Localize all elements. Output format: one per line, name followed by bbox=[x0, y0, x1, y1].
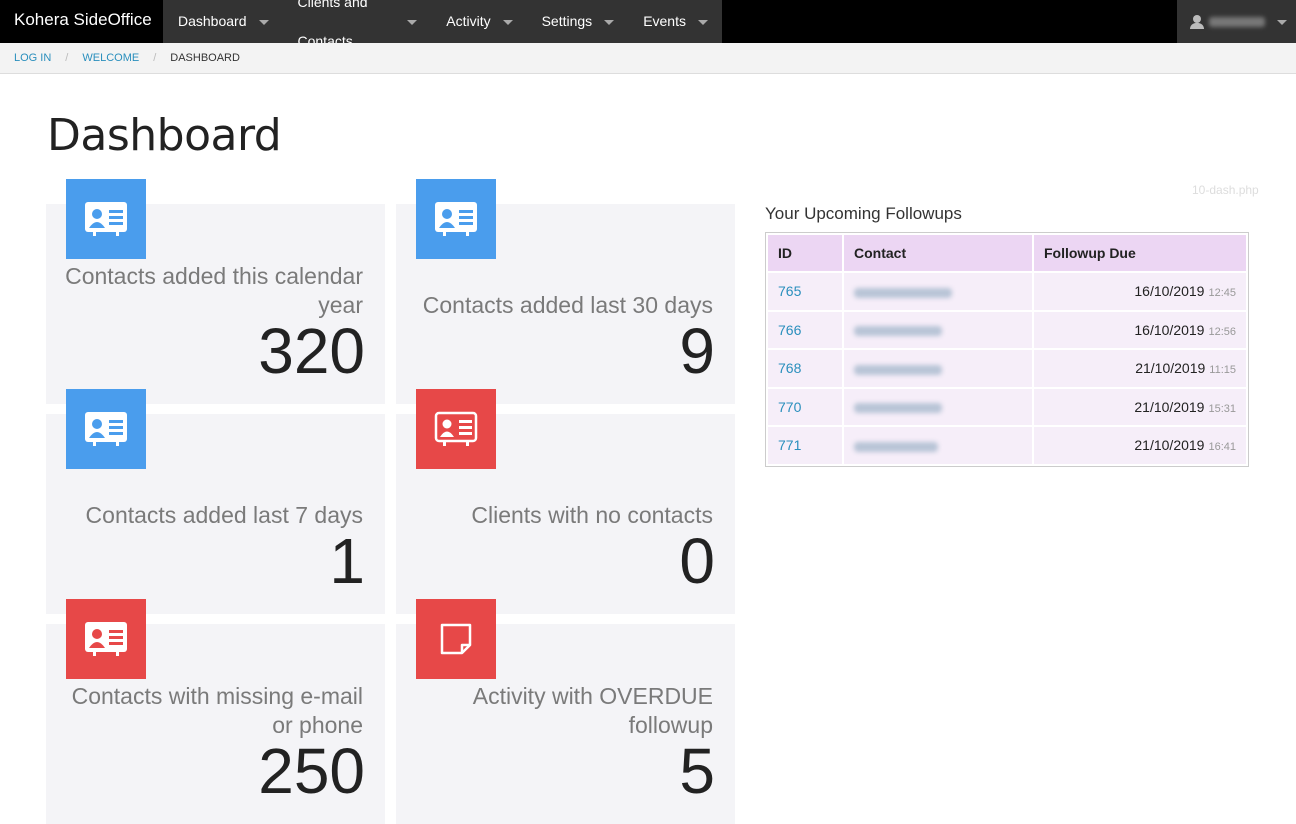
breadcrumb: LOG IN / WELCOME / DASHBOARD bbox=[0, 43, 1296, 74]
stat-card-contacts-year[interactable]: Contacts added this calendar year 320 bbox=[46, 179, 385, 404]
column-header-followup-due[interactable]: Followup Due bbox=[1034, 235, 1246, 271]
contact-card-icon bbox=[85, 622, 127, 656]
followup-id-link[interactable]: 766 bbox=[778, 322, 801, 338]
stat-value: 250 bbox=[258, 735, 365, 807]
followup-id-link[interactable]: 770 bbox=[778, 399, 801, 415]
stat-label: Contacts added this calendar year bbox=[65, 263, 363, 318]
badge bbox=[66, 179, 146, 259]
contact-card-icon bbox=[435, 202, 477, 236]
badge bbox=[416, 179, 496, 259]
contact-card-icon bbox=[434, 411, 478, 446]
stat-card-overdue-activity[interactable]: Activity with OVERDUE followup 5 bbox=[396, 599, 735, 824]
column-header-contact[interactable]: Contact bbox=[844, 235, 1032, 271]
badge bbox=[416, 599, 496, 679]
menu-clients-and-contacts[interactable]: Clients and Contacts bbox=[283, 0, 432, 49]
stat-card-clients-no-contacts[interactable]: Clients with no contacts 0 bbox=[396, 389, 735, 614]
stat-card-contacts-30-days[interactable]: Contacts added last 30 days 9 bbox=[396, 179, 735, 404]
caret-down-icon bbox=[1277, 19, 1287, 25]
followup-id-link[interactable]: 768 bbox=[778, 360, 801, 376]
top-navbar: Kohera SideOffice Dashboard Clients and … bbox=[0, 0, 1296, 49]
contact-name-redacted[interactable] bbox=[854, 287, 952, 298]
stat-card-contacts-7-days[interactable]: Contacts added last 7 days 1 bbox=[46, 389, 385, 614]
stat-value: 1 bbox=[329, 525, 365, 597]
badge bbox=[66, 389, 146, 469]
followup-id-link[interactable]: 765 bbox=[778, 283, 801, 299]
breadcrumb-current: DASHBOARD bbox=[170, 52, 240, 64]
table-row: 770 21/10/2019 15:31 bbox=[768, 388, 1246, 425]
stat-card-missing-email-phone[interactable]: Contacts with missing e-mail or phone 25… bbox=[46, 599, 385, 824]
breadcrumb-welcome[interactable]: WELCOME bbox=[82, 52, 139, 64]
caret-down-icon bbox=[258, 19, 269, 25]
due-date: 16/10/2019 bbox=[1134, 283, 1205, 300]
due-date: 21/10/2019 bbox=[1134, 398, 1205, 415]
main-menu: Dashboard Clients and Contacts Activity … bbox=[163, 0, 722, 49]
breadcrumb-separator: / bbox=[65, 52, 69, 64]
caret-down-icon bbox=[698, 19, 708, 25]
menu-label: Dashboard bbox=[178, 13, 247, 29]
stat-label: Activity with OVERDUE followup bbox=[472, 683, 713, 738]
user-menu[interactable] bbox=[1177, 0, 1296, 43]
followups-title: Your Upcoming Followups bbox=[765, 204, 962, 223]
brand-logo[interactable]: Kohera SideOffice bbox=[14, 0, 152, 43]
menu-label: Events bbox=[643, 13, 686, 29]
column-header-id[interactable]: ID bbox=[768, 235, 842, 271]
breadcrumb-separator: / bbox=[153, 52, 157, 64]
contact-name-redacted[interactable] bbox=[854, 441, 938, 452]
page-title: Dashboard bbox=[47, 110, 282, 161]
due-time: 12:45 bbox=[1208, 287, 1236, 300]
table-row: 768 21/10/2019 11:15 bbox=[768, 350, 1246, 387]
stat-label: Clients with no contacts bbox=[471, 502, 713, 528]
contact-card-icon bbox=[85, 412, 127, 446]
due-time: 11:15 bbox=[1209, 364, 1236, 377]
badge bbox=[416, 389, 496, 469]
stat-label: Contacts with missing e-mail or phone bbox=[71, 683, 363, 738]
stat-value: 5 bbox=[679, 735, 715, 807]
menu-dashboard[interactable]: Dashboard bbox=[163, 0, 283, 43]
menu-settings[interactable]: Settings bbox=[527, 0, 629, 43]
table-row: 771 21/10/2019 16:41 bbox=[768, 427, 1246, 464]
contact-card-icon bbox=[85, 202, 127, 236]
menu-label: Activity bbox=[446, 13, 491, 29]
due-date: 21/10/2019 bbox=[1134, 437, 1205, 454]
user-icon bbox=[1189, 14, 1205, 29]
stat-label: Contacts added last 30 days bbox=[422, 292, 713, 318]
sticky-note-icon bbox=[440, 623, 472, 655]
contact-name-redacted[interactable] bbox=[854, 364, 942, 375]
user-name-redacted bbox=[1209, 16, 1265, 27]
due-time: 16:41 bbox=[1208, 441, 1236, 454]
breadcrumb-login[interactable]: LOG IN bbox=[14, 52, 51, 64]
stat-value: 9 bbox=[679, 315, 715, 387]
stat-value: 320 bbox=[258, 315, 365, 387]
contact-name-redacted[interactable] bbox=[854, 326, 942, 337]
due-date: 21/10/2019 bbox=[1135, 360, 1206, 377]
menu-events[interactable]: Events bbox=[628, 0, 722, 43]
caret-down-icon bbox=[604, 19, 615, 25]
due-time: 15:31 bbox=[1208, 402, 1236, 415]
table-row: 765 16/10/2019 12:45 bbox=[768, 273, 1246, 310]
due-time: 12:56 bbox=[1208, 325, 1236, 338]
menu-label: Settings bbox=[541, 13, 593, 29]
due-date: 16/10/2019 bbox=[1134, 321, 1205, 338]
followups-table: ID Contact Followup Due 765 16/10/2019 12… bbox=[765, 232, 1249, 467]
file-tag: 10-dash.php bbox=[1192, 183, 1259, 197]
stat-label: Contacts added last 7 days bbox=[85, 502, 363, 528]
stat-value: 0 bbox=[679, 525, 715, 597]
contact-name-redacted[interactable] bbox=[854, 403, 942, 414]
followup-id-link[interactable]: 771 bbox=[778, 437, 801, 453]
menu-activity[interactable]: Activity bbox=[431, 0, 526, 43]
caret-down-icon bbox=[407, 19, 418, 25]
badge bbox=[66, 599, 146, 679]
caret-down-icon bbox=[502, 19, 513, 25]
table-row: 766 16/10/2019 12:56 bbox=[768, 311, 1246, 348]
